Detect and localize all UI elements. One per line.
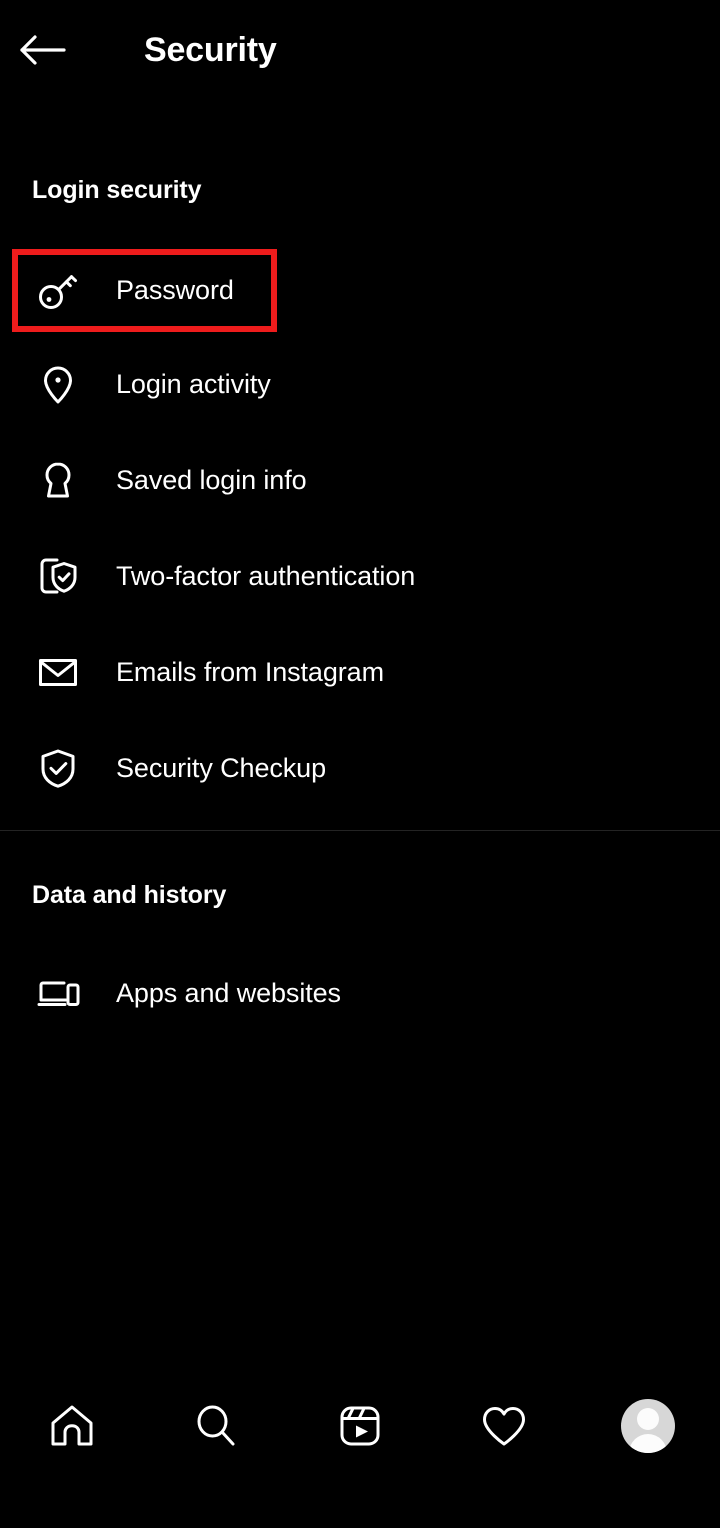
- back-button[interactable]: [0, 0, 86, 100]
- reels-icon: [334, 1400, 386, 1452]
- key-icon: [20, 268, 96, 312]
- nav-activity-button[interactable]: [432, 1386, 576, 1466]
- search-icon: [190, 1400, 242, 1452]
- avatar-head: [637, 1408, 659, 1430]
- list-item-label: Security Checkup: [116, 752, 326, 783]
- keyhole-icon: [20, 458, 96, 502]
- nav-search-button[interactable]: [144, 1386, 288, 1466]
- list-item-label: Password: [116, 274, 234, 305]
- nav-reels-button[interactable]: [288, 1386, 432, 1466]
- bottom-navigation-bar: [0, 1358, 720, 1528]
- location-pin-icon: [20, 362, 96, 406]
- profile-avatar: [621, 1399, 675, 1453]
- security-settings-screen: Security Login security Password Login a…: [0, 0, 720, 1528]
- laptop-phone-icon: [20, 971, 96, 1015]
- list-item-security-checkup[interactable]: Security Checkup: [0, 732, 720, 804]
- list-item-label: Apps and websites: [116, 977, 341, 1008]
- list-item-apps-and-websites[interactable]: Apps and websites: [0, 957, 720, 1029]
- nav-profile-button[interactable]: [576, 1386, 720, 1466]
- home-icon: [46, 1400, 98, 1452]
- page-title: Security: [144, 30, 277, 69]
- list-item-label: Two-factor authentication: [116, 560, 416, 591]
- list-item-label: Emails from Instagram: [116, 656, 384, 687]
- app-header: Security: [0, 0, 720, 100]
- phone-shield-check-icon: [20, 554, 96, 598]
- list-item-label: Saved login info: [116, 464, 307, 495]
- heart-icon: [478, 1400, 530, 1452]
- list-item-password[interactable]: Password: [0, 254, 720, 326]
- section-title-data-and-history: Data and history: [32, 881, 227, 909]
- list-item-label: Login activity: [116, 368, 271, 399]
- back-arrow-icon: [19, 33, 67, 67]
- list-item-two-factor-authentication[interactable]: Two-factor authentication: [0, 540, 720, 612]
- shield-check-icon: [20, 746, 96, 790]
- list-item-emails-from-instagram[interactable]: Emails from Instagram: [0, 636, 720, 708]
- section-divider: [0, 830, 720, 831]
- list-item-login-activity[interactable]: Login activity: [0, 348, 720, 420]
- section-title-login-security: Login security: [32, 176, 202, 204]
- nav-home-button[interactable]: [0, 1386, 144, 1466]
- list-item-saved-login-info[interactable]: Saved login info: [0, 444, 720, 516]
- envelope-icon: [20, 650, 96, 694]
- avatar-body: [629, 1434, 667, 1453]
